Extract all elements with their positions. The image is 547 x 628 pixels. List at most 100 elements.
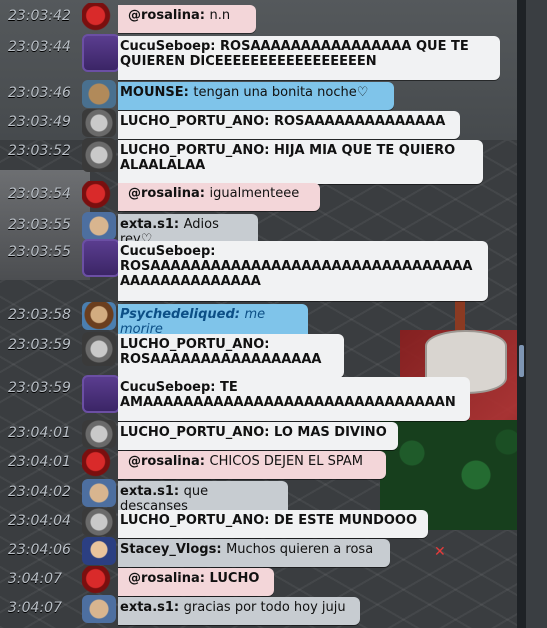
user-avatar[interactable] (82, 449, 116, 477)
chat-message-row: 23:03:59 CucuSeboep: TE AMAAAAAAAAAAAAAAA… (0, 375, 517, 421)
message-text: Muchos quieren a rosa (226, 542, 374, 557)
username[interactable]: @rosalina: (128, 571, 205, 586)
chat-message-row: 23:03:59 LUCHO_PORTU_ANO: ROSAAAAAAAAAAAA… (0, 332, 517, 378)
user-avatar[interactable] (82, 109, 116, 137)
username[interactable]: @rosalina: (128, 454, 205, 469)
user-avatar[interactable] (82, 181, 116, 209)
timestamp: 23:03:46 (8, 85, 71, 101)
close-x-icon[interactable]: ✕ (434, 544, 446, 560)
chat-message-row: 23:03:49 LUCHO_PORTU_ANO: ROSAAAAAAAAAAAA… (0, 109, 517, 139)
chat-message-row: 23:03:55 CucuSeboep: ROSAAAAAAAAAAAAAAAAA… (0, 239, 517, 301)
chat-message-row: 23:03:54 @rosalina: igualmenteee (0, 181, 517, 211)
chat-message-row: 3:04:07 exta.s1: gracias por todo hoy juj… (0, 595, 517, 625)
timestamp: 23:03:55 (8, 217, 71, 233)
timestamp: 23:03:59 (8, 380, 71, 396)
user-avatar[interactable] (82, 375, 120, 413)
message-text: ROSAAAAAAAAAAAAAA (274, 114, 446, 129)
chat-message-row: 23:04:04 LUCHO_PORTU_ANO: DE ESTE MUNDOOO (0, 508, 517, 538)
chat-log: 23:03:42 @rosalina: n.n 23:03:44 CucuSeboep… (0, 0, 517, 628)
user-avatar[interactable] (82, 3, 116, 31)
username[interactable]: CucuSeboep: (120, 244, 216, 259)
timestamp: 23:03:58 (8, 307, 71, 323)
chat-bubble[interactable]: LUCHO_PORTU_ANO: ROSAAAAAAAAAAAAAAAAA (118, 334, 344, 378)
user-avatar[interactable] (82, 80, 116, 108)
message-text: tengan una bonita noche♡ (193, 85, 369, 100)
username[interactable]: MOUNSE: (120, 85, 189, 100)
chat-message-row: 23:04:01 LUCHO_PORTU_ANO: LO MAS DIVINO (0, 420, 517, 450)
chat-message-row: 23:03:44 CucuSeboep: ROSAAAAAAAAAAAAAAAA … (0, 34, 517, 80)
username[interactable]: LUCHO_PORTU_ANO: (120, 143, 269, 158)
message-text: LO MAS DIVINO (274, 425, 387, 440)
username[interactable]: exta.s1: (120, 600, 179, 615)
user-avatar[interactable] (82, 420, 116, 448)
chat-bubble[interactable]: CucuSeboep: ROSAAAAAAAAAAAAAAAA QUE TE Q… (118, 36, 500, 80)
chat-scrollbar[interactable] (517, 0, 526, 628)
message-text: igualmenteee (209, 186, 300, 201)
timestamp: 23:03:44 (8, 39, 71, 55)
user-avatar[interactable] (82, 566, 116, 594)
user-avatar[interactable] (82, 537, 116, 565)
user-avatar[interactable] (82, 239, 120, 277)
user-avatar[interactable] (82, 332, 116, 366)
username[interactable]: exta.s1: (120, 217, 179, 232)
chat-bubble[interactable]: LUCHO_PORTU_ANO: HIJA MIA QUE TE QUIERO … (118, 140, 483, 184)
timestamp: 3:04:07 (8, 600, 62, 616)
username[interactable]: LUCHO_PORTU_ANO: (120, 425, 269, 440)
timestamp: 23:03:52 (8, 143, 71, 159)
user-avatar[interactable] (82, 595, 116, 623)
user-avatar[interactable] (82, 508, 116, 536)
username[interactable]: Stacey_Vlogs: (120, 542, 222, 557)
timestamp: 23:04:01 (8, 454, 71, 470)
message-text: gracias por todo hoy juju (183, 600, 346, 615)
chat-bubble[interactable]: CucuSeboep: TE AMAAAAAAAAAAAAAAAAAAAAAAA… (118, 377, 470, 421)
chat-message-row: 23:03:46 MOUNSE: tengan una bonita noche♡ (0, 80, 517, 110)
chat-bubble[interactable]: LUCHO_PORTU_ANO: LO MAS DIVINO (118, 422, 398, 450)
username[interactable]: LUCHO_PORTU_ANO: (120, 513, 269, 528)
chat-bubble[interactable]: LUCHO_PORTU_ANO: DE ESTE MUNDOOO (118, 510, 428, 538)
username[interactable]: LUCHO_PORTU_ANO: (120, 114, 269, 129)
chat-bubble[interactable]: exta.s1: gracias por todo hoy juju (118, 597, 360, 625)
message-text: CHICOS DEJEN EL SPAM (209, 454, 363, 469)
chat-message-row: 23:04:01 @rosalina: CHICOS DEJEN EL SPAM (0, 449, 517, 479)
user-avatar[interactable] (82, 479, 116, 507)
chat-bubble[interactable]: Stacey_Vlogs: Muchos quieren a rosa (118, 539, 390, 567)
chat-message-row: 23:03:58 Psychedeliqued: me morire (0, 302, 517, 340)
chat-message-row: 23:04:02 exta.s1: que descanses (0, 479, 517, 517)
chat-bubble[interactable]: @rosalina: igualmenteee (118, 183, 320, 211)
username[interactable]: @rosalina: (128, 186, 205, 201)
timestamp: 23:03:42 (8, 8, 71, 24)
timestamp: 23:03:59 (8, 337, 71, 353)
chat-message-row: 3:04:07 @rosalina: LUCHO (0, 566, 517, 596)
message-text: ROSAAAAAAAAAAAAAAAAAAAAAAAAAAAAAAAA AAAA… (120, 259, 473, 289)
user-avatar[interactable] (82, 302, 116, 330)
chat-message-row: 23:03:55 exta.s1: Adios rey♡ (0, 212, 517, 250)
username[interactable]: CucuSeboep: (120, 380, 216, 395)
timestamp: 23:04:02 (8, 484, 71, 500)
user-avatar[interactable] (82, 34, 120, 72)
timestamp: 23:03:54 (8, 186, 71, 202)
username[interactable]: @rosalina: (128, 8, 205, 23)
chat-bubble[interactable]: @rosalina: n.n (118, 5, 256, 33)
username[interactable]: LUCHO_PORTU_ANO: (120, 337, 269, 352)
chat-bubble[interactable]: @rosalina: LUCHO (118, 568, 274, 596)
timestamp: 23:04:04 (8, 513, 71, 529)
chat-bubble[interactable]: CucuSeboep: ROSAAAAAAAAAAAAAAAAAAAAAAAAA… (118, 241, 488, 301)
message-text: LUCHO (209, 571, 260, 586)
message-text: ROSAAAAAAAAAAAAAAAAA (120, 352, 322, 367)
scrollbar-thumb[interactable] (519, 345, 524, 377)
timestamp: 23:04:01 (8, 425, 71, 441)
timestamp: 23:03:55 (8, 244, 71, 260)
chat-bubble[interactable]: LUCHO_PORTU_ANO: ROSAAAAAAAAAAAAAA (118, 111, 460, 139)
chat-bubble[interactable]: @rosalina: CHICOS DEJEN EL SPAM (118, 451, 386, 479)
side-panel-strip (526, 0, 547, 628)
username[interactable]: Psychedeliqued: (120, 307, 240, 322)
user-avatar[interactable] (82, 212, 116, 240)
timestamp: 23:04:06 (8, 542, 71, 558)
message-text: n.n (209, 8, 231, 23)
chat-bubble[interactable]: MOUNSE: tengan una bonita noche♡ (118, 82, 394, 110)
username[interactable]: CucuSeboep: (120, 39, 216, 54)
message-text: DE ESTE MUNDOOO (274, 513, 418, 528)
timestamp: 3:04:07 (8, 571, 62, 587)
username[interactable]: exta.s1: (120, 484, 179, 499)
user-avatar[interactable] (82, 138, 116, 172)
